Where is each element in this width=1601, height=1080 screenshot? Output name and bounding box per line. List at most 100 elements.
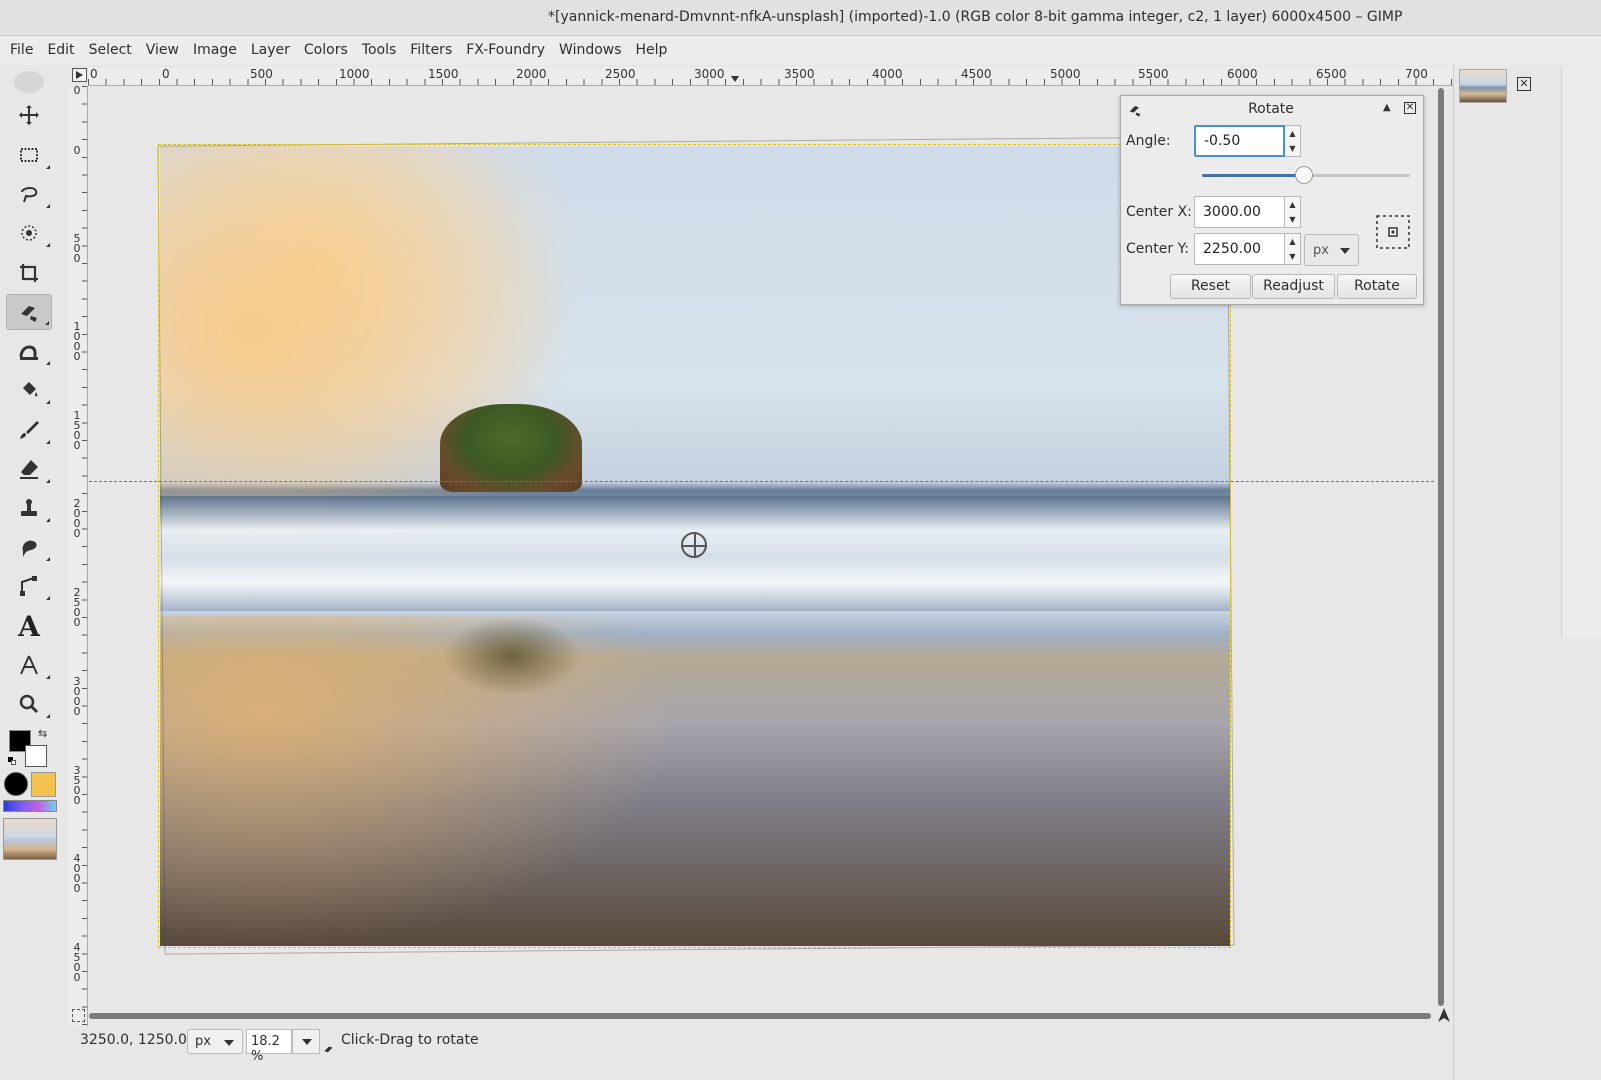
title-bar: *[yannick-menard-Dmvnnt-nfkA-unsplash] (… — [0, 0, 1601, 36]
crop-tool-button[interactable] — [6, 255, 52, 291]
free-select-tool-button[interactable] — [6, 176, 52, 212]
angle-slider-knob[interactable] — [1294, 166, 1313, 184]
spin-down-icon[interactable]: ▼ — [1285, 249, 1300, 264]
close-icon[interactable]: ✕ — [1404, 102, 1416, 114]
menu-bar: File Edit Select View Image Layer Colors… — [0, 36, 1601, 65]
sand-reflection — [160, 616, 680, 946]
active-image-thumbnail[interactable] — [3, 818, 57, 860]
menu-windows[interactable]: Windows — [552, 36, 629, 65]
spin-down-icon[interactable]: ▼ — [1285, 141, 1300, 156]
reset-colors-icon[interactable] — [8, 757, 16, 765]
bucket-fill-tool-button[interactable] — [6, 372, 52, 408]
center-x-input[interactable] — [1194, 196, 1285, 228]
unit-value: px — [195, 1034, 211, 1049]
ruler-label: 1500 — [73, 409, 81, 452]
zoom-tool-button[interactable] — [6, 686, 52, 722]
spin-up-icon[interactable]: ▲ — [1285, 234, 1300, 249]
tool-group-indicator — [46, 479, 50, 483]
swap-colors-icon[interactable]: ⇆ — [38, 727, 47, 740]
zoom-dropdown-button[interactable] — [292, 1029, 320, 1054]
transform-tool-icon — [21, 306, 37, 322]
tool-group-indicator — [46, 361, 50, 365]
center-anchor-icon[interactable] — [1373, 212, 1413, 252]
menu-layer[interactable]: Layer — [244, 36, 297, 65]
scrollbar-thumb[interactable] — [89, 1013, 1431, 1019]
menu-fx-foundry[interactable]: FX-Foundry — [459, 36, 552, 65]
background-color-swatch[interactable] — [25, 745, 47, 767]
dialog-header[interactable]: Rotate ▲ ✕ — [1121, 96, 1423, 122]
measure-tool-button[interactable] — [6, 647, 52, 683]
unit-selector[interactable]: px — [187, 1029, 243, 1054]
island — [440, 404, 582, 492]
menu-select[interactable]: Select — [82, 36, 139, 65]
menu-view[interactable]: View — [139, 36, 186, 65]
spin-up-icon[interactable]: ▲ — [1285, 126, 1300, 141]
menu-file[interactable]: File — [3, 36, 40, 65]
center-unit-selector[interactable]: px — [1304, 234, 1359, 266]
horizontal-guide[interactable] — [89, 481, 1434, 482]
quick-mask-toggle-icon[interactable] — [72, 1009, 85, 1022]
scrollbar-thumb[interactable] — [1438, 88, 1444, 1006]
horizontal-scrollbar[interactable] — [89, 1011, 1436, 1021]
ruler-label: 0 — [73, 144, 81, 157]
ruler-ticks — [82, 86, 87, 1026]
warp-tool-button[interactable] — [6, 333, 52, 369]
gradient-preview[interactable] — [3, 800, 57, 812]
eraser-tool-button[interactable] — [6, 451, 52, 487]
center-x-spin-buttons[interactable]: ▲ ▼ — [1285, 196, 1301, 228]
clone-tool-button[interactable] — [6, 490, 52, 526]
center-y-input[interactable] — [1194, 233, 1285, 265]
dock-panel-edge — [1561, 68, 1601, 638]
close-icon[interactable]: ✕ — [1517, 77, 1531, 91]
reset-button[interactable]: Reset — [1170, 274, 1251, 299]
fuzzy-select-tool-button[interactable] — [6, 215, 52, 251]
menu-edit[interactable]: Edit — [40, 36, 81, 65]
center-y-label: Center Y: — [1126, 241, 1189, 257]
ruler-label: 3500 — [73, 764, 81, 807]
ruler-label: 1000 — [73, 320, 81, 363]
spin-up-icon[interactable]: ▲ — [1285, 197, 1300, 212]
dialog-title: Rotate — [1248, 101, 1294, 117]
rect-select-tool-button[interactable] — [6, 137, 52, 173]
chevron-down-icon — [302, 1039, 312, 1045]
rotate-dialog: Rotate ▲ ✕ Angle: ▲ ▼ Center X: ▲ ▼ Cent… — [1120, 95, 1424, 305]
text-tool-button[interactable]: A — [6, 608, 52, 644]
rotation-center-handle[interactable] — [681, 532, 707, 558]
smudge-tool-button[interactable] — [6, 529, 52, 565]
bucket-fill-tool-icon — [23, 382, 38, 397]
brush-preview[interactable] — [4, 772, 28, 796]
spin-down-icon[interactable]: ▼ — [1285, 212, 1300, 227]
center-y-spin-buttons[interactable]: ▲ ▼ — [1285, 233, 1301, 265]
transform-tool-button[interactable] — [6, 294, 52, 330]
collapse-icon[interactable]: ▲ — [1383, 102, 1391, 113]
ruler-label: 4000 — [73, 852, 81, 895]
menu-colors[interactable]: Colors — [297, 36, 355, 65]
horizontal-ruler: 0 0 500 1000 1500 2000 2500 3000 3500 40… — [88, 67, 1468, 86]
image-tab-thumbnail[interactable] — [1459, 69, 1507, 103]
paths-tool-icon — [20, 576, 37, 596]
menu-filters[interactable]: Filters — [403, 36, 459, 65]
angle-spin-buttons[interactable]: ▲ ▼ — [1285, 125, 1301, 157]
readjust-button[interactable]: Readjust — [1252, 274, 1335, 299]
navigate-icon[interactable] — [1436, 1007, 1452, 1023]
ruler-label: 3000 — [73, 675, 81, 718]
angle-input[interactable] — [1194, 125, 1285, 157]
menu-help[interactable]: Help — [629, 36, 675, 65]
pointer-position-marker — [731, 76, 739, 82]
ruler-corner-menu-icon[interactable] — [72, 68, 87, 82]
ruler-label: 2000 — [73, 497, 81, 540]
vertical-scrollbar[interactable] — [1436, 86, 1446, 1011]
rect-select-tool-icon — [20, 148, 38, 162]
pattern-preview[interactable] — [31, 772, 56, 797]
transform-status-icon — [324, 1046, 333, 1053]
zoom-input[interactable]: 18.2 % — [246, 1029, 292, 1064]
smudge-tool-icon — [22, 540, 37, 557]
move-tool-button[interactable] — [6, 97, 52, 133]
rotate-button[interactable]: Rotate — [1337, 274, 1417, 299]
tool-group-indicator — [46, 204, 50, 208]
menu-image[interactable]: Image — [186, 36, 244, 65]
island-reflection — [442, 616, 582, 696]
paintbrush-tool-button[interactable] — [6, 412, 52, 448]
paths-tool-button[interactable] — [6, 568, 52, 604]
menu-tools[interactable]: Tools — [355, 36, 404, 65]
